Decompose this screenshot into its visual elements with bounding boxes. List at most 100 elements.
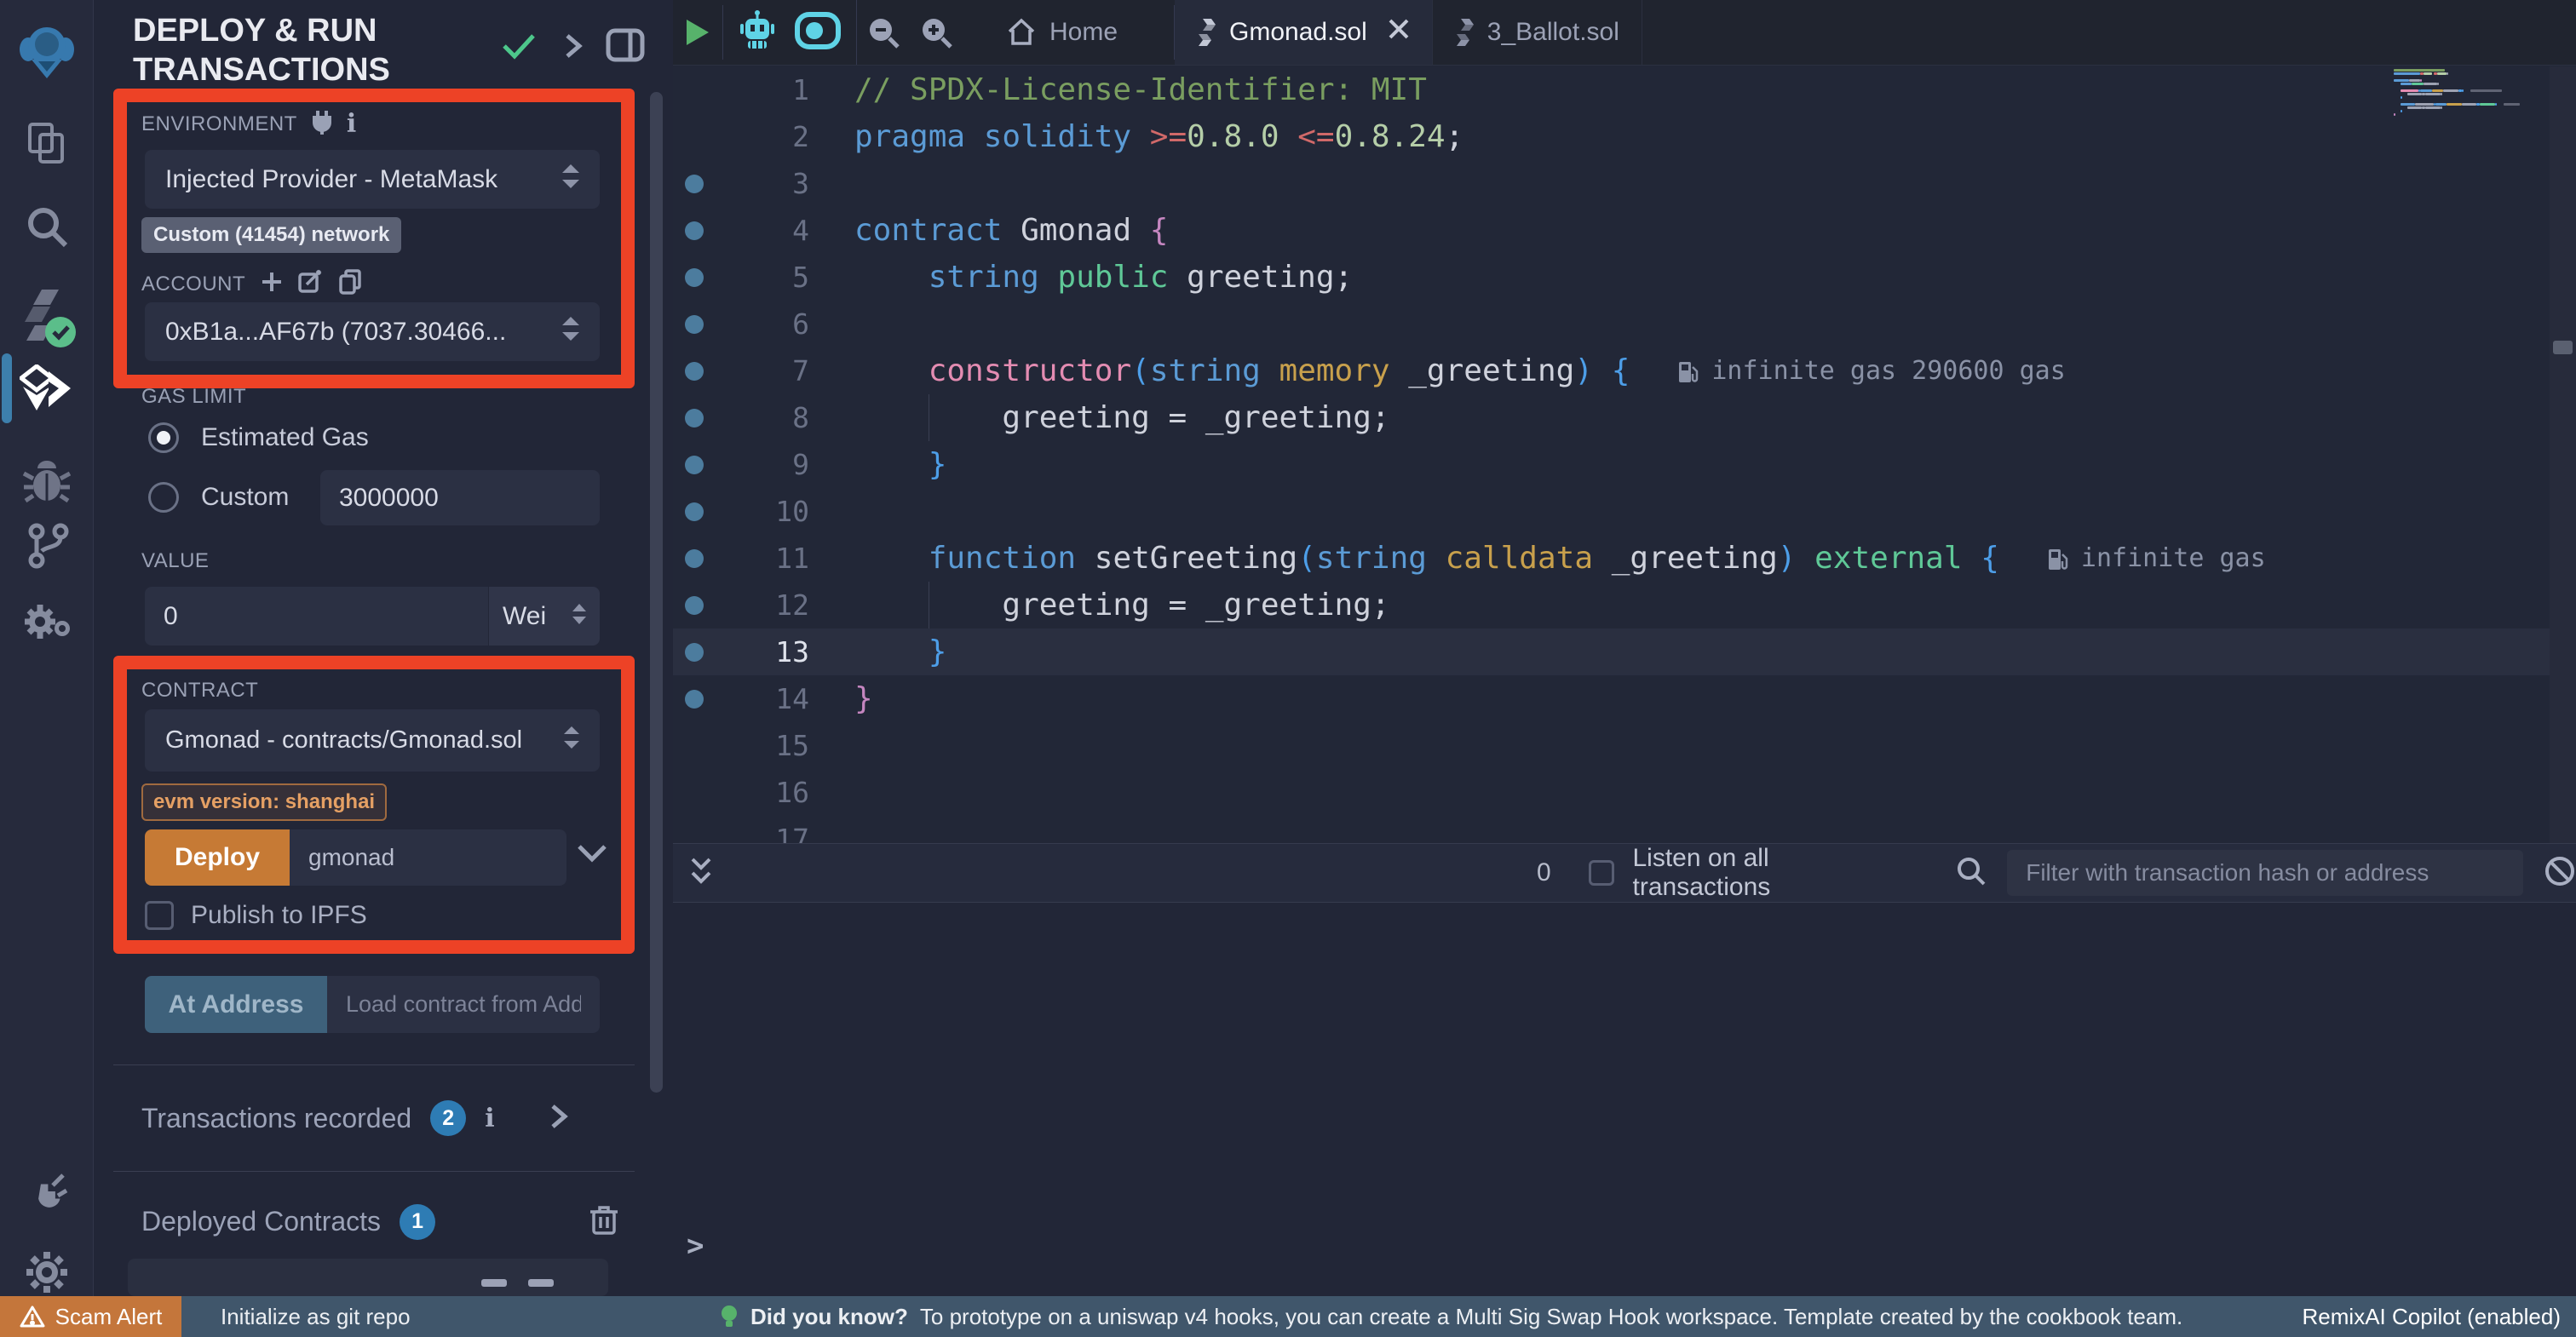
clear-console-icon[interactable]: [2544, 855, 2576, 892]
code-line[interactable]: 5 string public greeting;: [673, 254, 2576, 301]
code-line[interactable]: 10: [673, 488, 2576, 535]
zoom-out-icon[interactable]: [857, 0, 910, 65]
code-line[interactable]: 14}: [673, 675, 2576, 722]
listen-transactions-checkbox[interactable]: [1589, 860, 1614, 886]
contract-select[interactable]: Gmonad - contracts/Gmonad.sol: [145, 709, 600, 772]
at-address-button[interactable]: At Address: [145, 976, 327, 1033]
gutter-dot-icon: [685, 690, 704, 709]
pin-panel-icon[interactable]: [561, 31, 586, 66]
copilot-status[interactable]: RemixAI Copilot (enabled): [2303, 1304, 2561, 1330]
gutter-dot-icon: [685, 362, 704, 381]
panel-title: DEPLOY & RUN TRANSACTIONS: [133, 12, 457, 89]
code-line[interactable]: 9 }: [673, 441, 2576, 488]
scam-alert-button[interactable]: Scam Alert: [0, 1296, 181, 1337]
value-unit-select[interactable]: Wei: [489, 587, 600, 646]
copilot-toggle-icon[interactable]: [795, 12, 841, 54]
plugin-manager-icon[interactable]: [0, 1168, 94, 1214]
expand-terminal-icon[interactable]: [687, 854, 716, 892]
transactions-count-badge: 2: [430, 1100, 466, 1136]
gas-estimate-annotation: infinite gas: [2047, 543, 2266, 573]
code-line[interactable]: 13 }: [673, 628, 2576, 675]
git-init-button[interactable]: Initialize as git repo: [221, 1304, 411, 1330]
expand-deploy-icon[interactable]: [576, 843, 608, 868]
minimize-icon[interactable]: [481, 1279, 507, 1287]
publish-ipfs-row[interactable]: Publish to IPFS: [145, 901, 367, 930]
code-line[interactable]: 11 function setGreeting(string calldata …: [673, 535, 2576, 582]
remixai-robot-icon[interactable]: [739, 10, 776, 55]
publish-ipfs-checkbox[interactable]: [145, 901, 174, 930]
code-line[interactable]: 6: [673, 301, 2576, 347]
tab-home[interactable]: Home: [985, 0, 1140, 65]
transactions-recorded-row[interactable]: Transactions recorded 2 i: [141, 1100, 618, 1136]
warning-icon: [20, 1305, 45, 1328]
gutter-dot-icon: [685, 643, 704, 662]
remix-logo[interactable]: [0, 24, 94, 82]
code-line[interactable]: 17: [673, 816, 2576, 843]
code-line[interactable]: 1// SPDX-License-Identifier: MIT: [673, 66, 2576, 113]
deployed-count-badge: 1: [400, 1204, 435, 1240]
line-number: 9: [704, 448, 809, 481]
close-tab-icon[interactable]: [1388, 18, 1410, 47]
split-view-icon[interactable]: [605, 27, 646, 67]
minimap[interactable]: [2394, 68, 2547, 835]
terminal-prompt: >: [687, 1229, 704, 1263]
add-account-icon[interactable]: [261, 271, 283, 297]
listen-transactions-label: Listen on all transactions: [1633, 844, 1912, 902]
transactions-expand-icon[interactable]: [548, 1102, 570, 1135]
code-editor[interactable]: 1// SPDX-License-Identifier: MIT2pragma …: [673, 66, 2576, 843]
editor-scrollbar-thumb[interactable]: [2553, 341, 2573, 354]
plugins-icon[interactable]: [0, 601, 94, 644]
code-line[interactable]: 7 constructor(string memory _greeting) {…: [673, 347, 2576, 394]
code-line[interactable]: 15: [673, 722, 2576, 769]
code-line[interactable]: 16: [673, 769, 2576, 816]
code-line[interactable]: 3: [673, 160, 2576, 207]
gas-estimated-radio[interactable]: Estimated Gas: [148, 422, 369, 453]
deploy-button[interactable]: Deploy: [145, 829, 290, 886]
gas-custom-radio[interactable]: Custom: [148, 482, 289, 513]
transaction-filter-input[interactable]: [2007, 850, 2523, 896]
code-line[interactable]: 4contract Gmonad {: [673, 207, 2576, 254]
line-number: 1: [704, 73, 809, 106]
code-line[interactable]: 12 greeting = _greeting;: [673, 582, 2576, 628]
deploy-run-icon[interactable]: [0, 364, 94, 416]
editor-scrollbar[interactable]: [2550, 66, 2576, 843]
tab-ballot[interactable]: 3_Ballot.sol: [1433, 0, 1642, 65]
at-address-input[interactable]: [327, 976, 600, 1033]
environment-select[interactable]: Injected Provider - MetaMask: [145, 150, 600, 209]
tab-gmonad[interactable]: Gmonad.sol: [1175, 0, 1433, 65]
gas-custom-input[interactable]: [320, 470, 600, 525]
line-number: 12: [704, 588, 809, 622]
panel-scrollbar[interactable]: [650, 92, 663, 1093]
run-script-button[interactable]: [673, 0, 722, 65]
transactions-info-icon[interactable]: i: [485, 1104, 494, 1133]
gutter-dot-icon: [685, 502, 704, 521]
code-line[interactable]: 2pragma solidity >=0.8.0 <=0.8.24;: [673, 113, 2576, 160]
settings-icon[interactable]: [0, 1250, 94, 1294]
deploy-param-input[interactable]: [290, 829, 566, 886]
plug-icon[interactable]: [311, 109, 333, 139]
account-select[interactable]: 0xB1a...AF67b (7037.30466...: [145, 302, 600, 361]
account-label: ACCOUNT: [141, 273, 245, 296]
solidity-compiler-icon[interactable]: [0, 286, 94, 351]
code-line[interactable]: 8 greeting = _greeting;: [673, 394, 2576, 441]
debugger-icon[interactable]: [0, 456, 94, 506]
trash-icon[interactable]: [589, 1203, 618, 1240]
environment-info-icon[interactable]: i: [347, 109, 356, 139]
terminal[interactable]: >: [673, 904, 2576, 1296]
zoom-in-icon[interactable]: [910, 0, 963, 65]
remix-ide: DEPLOY & RUN TRANSACTIONS ENVIRONMENT i: [0, 0, 2576, 1337]
deployed-contract-item[interactable]: [128, 1259, 608, 1296]
git-icon[interactable]: [0, 521, 94, 569]
file-explorer-icon[interactable]: [0, 121, 94, 165]
collapse-icon[interactable]: [528, 1279, 554, 1287]
search-icon[interactable]: [0, 203, 94, 250]
contract-label: CONTRACT: [141, 679, 258, 703]
terminal-search-icon[interactable]: [1956, 856, 1987, 891]
sign-message-icon[interactable]: [298, 269, 324, 299]
evm-version-badge: evm version: shanghai: [141, 783, 387, 821]
copy-account-icon[interactable]: [339, 269, 363, 299]
value-input[interactable]: [145, 587, 488, 646]
value-label: VALUE: [141, 549, 209, 573]
pending-tx-count: 0: [1537, 858, 1551, 887]
environment-label: ENVIRONMENT: [141, 112, 297, 136]
